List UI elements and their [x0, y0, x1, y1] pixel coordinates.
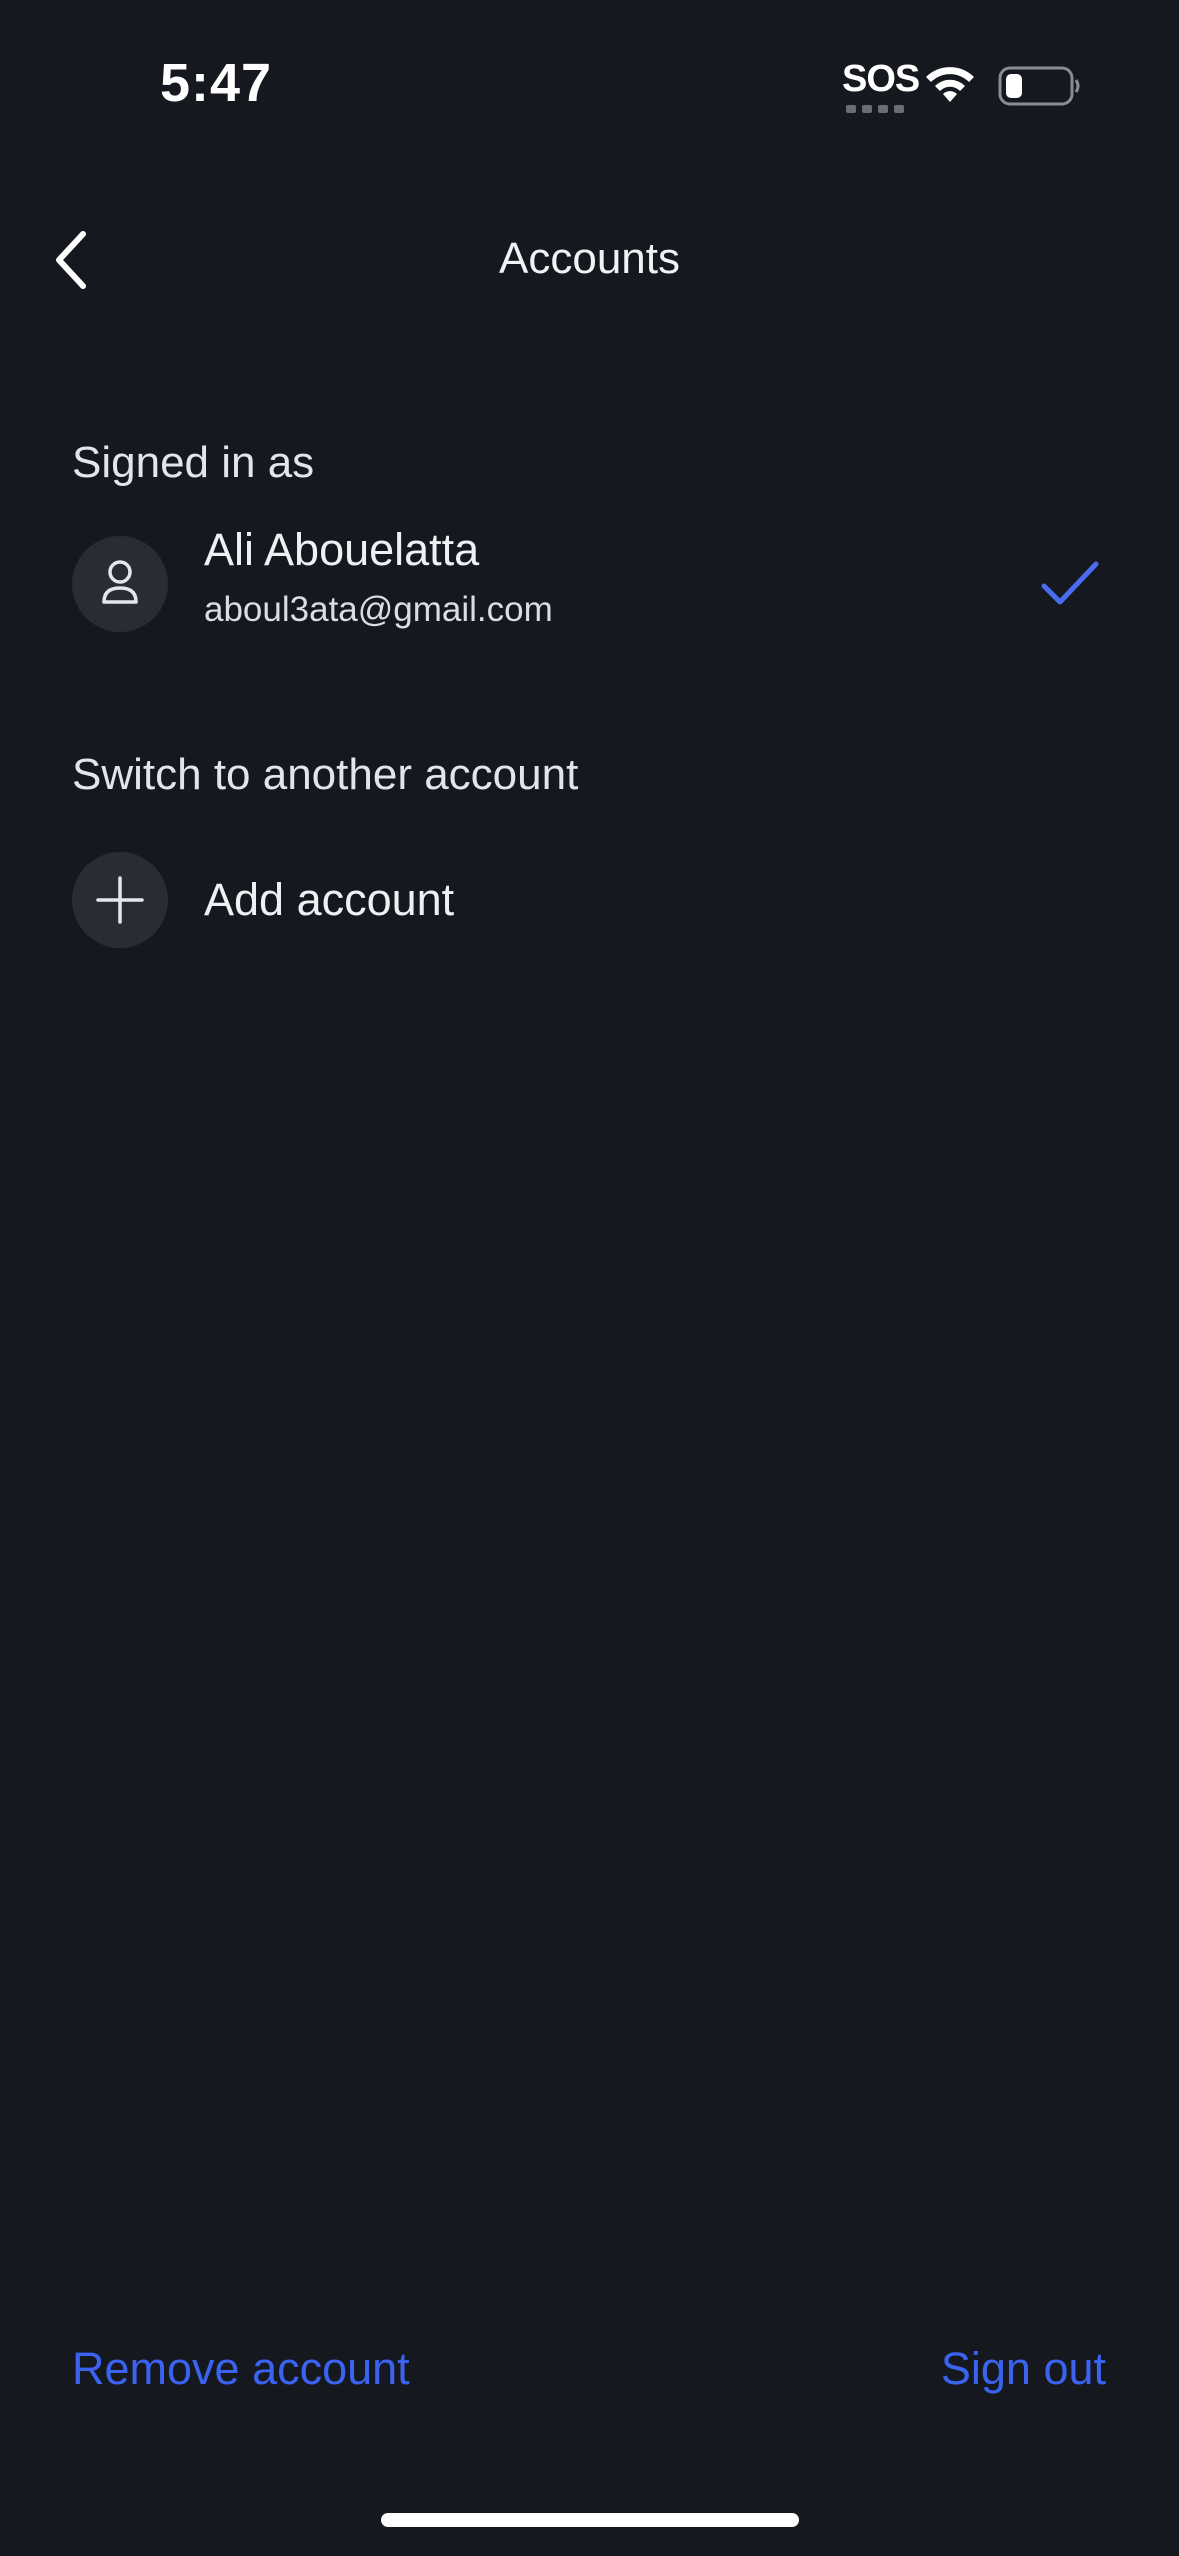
remove-account-button[interactable]: Remove account [72, 2343, 410, 2395]
add-account-button[interactable]: Add account [0, 846, 1179, 956]
add-account-circle [72, 852, 168, 948]
navigation-bar: Accounts [0, 200, 1179, 320]
add-account-label: Add account [204, 874, 455, 925]
current-account-row[interactable]: Ali Abouelatta aboul3ata@gmail.com [0, 524, 1179, 644]
wifi-icon [926, 67, 974, 102]
switch-section-label: Switch to another account [72, 750, 579, 799]
sos-indicator: SOS [842, 58, 920, 100]
checkmark-icon [1041, 561, 1099, 605]
plus-icon [96, 876, 144, 924]
avatar [72, 536, 168, 632]
home-indicator[interactable] [381, 2513, 799, 2527]
person-icon [102, 560, 138, 604]
signed-in-section-label: Signed in as [72, 438, 315, 487]
sign-out-button[interactable]: Sign out [941, 2343, 1106, 2395]
status-time: 5:47 [160, 53, 273, 113]
account-name: Ali Abouelatta [204, 524, 480, 575]
status-bar: 5:47 SOS [0, 0, 1179, 170]
page-title: Accounts [499, 234, 680, 283]
account-email: aboul3ata@gmail.com [204, 590, 553, 629]
signal-dots [846, 105, 906, 113]
battery-icon [998, 66, 1080, 106]
